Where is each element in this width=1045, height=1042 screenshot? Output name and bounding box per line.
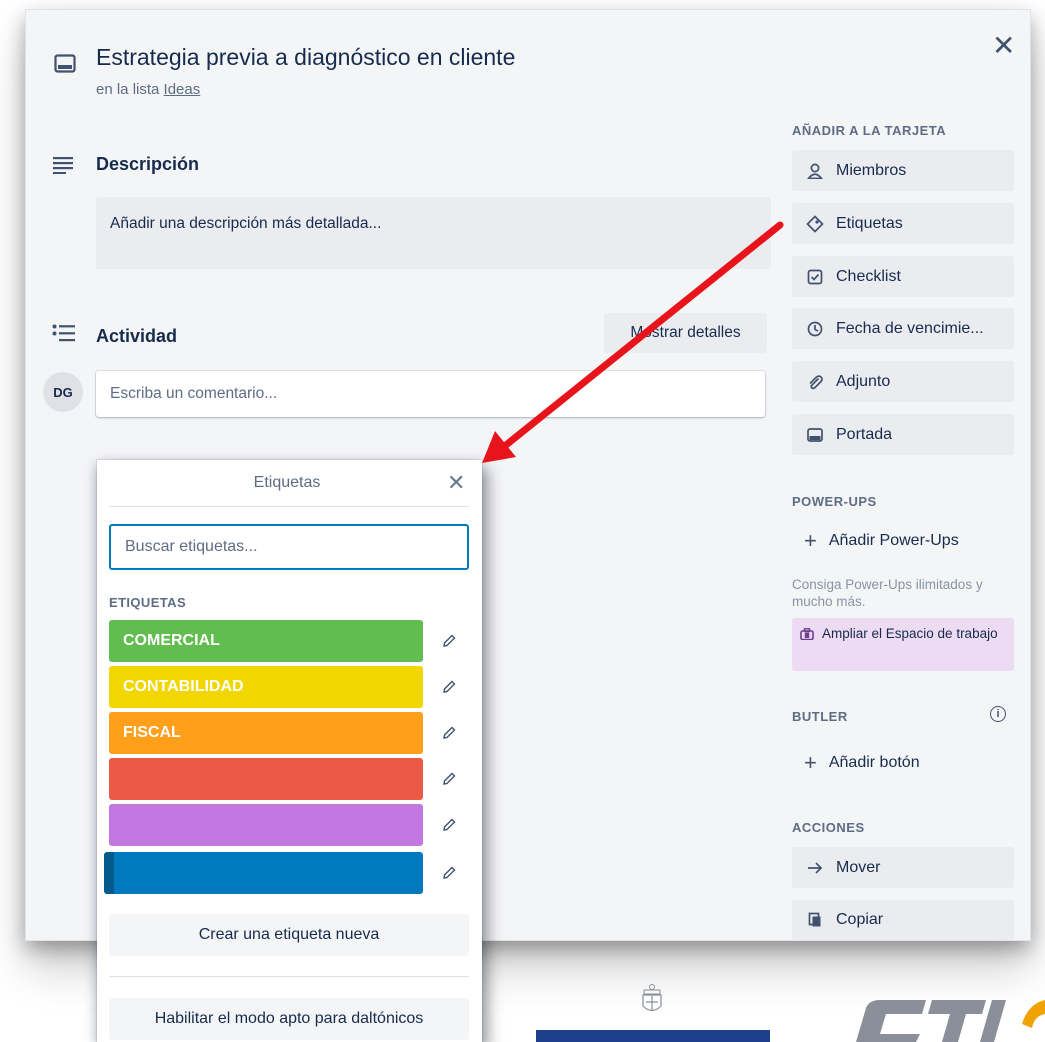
activity-icon [52,324,75,342]
briefcase-icon [800,627,814,644]
checklist-icon [804,269,826,285]
add-powerups-label: Añadir Power-Ups [828,531,959,549]
colorblind-mode-button[interactable]: Habilitar el modo apto para daltónicos [109,998,469,1040]
cover-icon [804,427,826,442]
powerups-promo: Consiga Power-Ups ilimitados y mucho más… [792,577,983,609]
due-date-button[interactable]: Fecha de vencimie... [792,308,1014,349]
upgrade-workspace-button[interactable]: Ampliar el Espacio de trabajo [792,618,1014,671]
attachment-label: Adjunto [836,372,891,390]
card-icon [54,54,76,73]
popover-title: Etiquetas [253,474,321,491]
plus-icon: + [804,527,817,553]
list-reference: en la lista Ideas [96,81,200,98]
partner-logo-bar [536,1030,770,1042]
copy-label: Copiar [836,911,884,928]
tag-icon [804,214,826,233]
popover-close-icon[interactable]: ✕ [447,470,465,496]
close-icon[interactable]: ✕ [992,32,1015,60]
checklist-label: Checklist [836,267,901,285]
copy-icon [804,912,826,928]
pencil-icon[interactable] [437,721,461,745]
powerups-heading: POWER-UPS [792,494,877,509]
pencil-icon[interactable] [437,813,461,837]
info-icon[interactable]: i [990,706,1006,722]
members-label: Miembros [836,161,907,179]
due-date-label: Fecha de vencimie... [836,319,984,337]
pencil-icon[interactable] [437,675,461,699]
members-button[interactable]: Miembros [792,150,1014,191]
labels-popover: Etiquetas ✕ ETIQUETAS COMERCIAL CONTABIL… [97,460,482,1042]
label-blue[interactable] [104,852,423,894]
avatar[interactable]: DG [43,372,83,412]
cover-button[interactable]: Portada [792,414,1014,455]
actions-heading: ACCIONES [792,820,865,835]
pencil-icon[interactable] [437,767,461,791]
pencil-icon[interactable] [437,629,461,653]
labels-label: Etiquetas [836,214,903,232]
stic-logo-icon [856,1000,1045,1042]
description-placeholder: Añadir una descripción más detallada... [110,215,382,232]
pencil-icon[interactable] [437,861,461,885]
crest-icon [642,984,662,1012]
show-details-button[interactable]: Mostrar detalles [604,313,767,353]
card-title[interactable]: Estrategia previa a diagnóstico en clien… [96,44,515,71]
divider [109,976,469,977]
divider [109,506,469,507]
labels-button[interactable]: Etiquetas [792,203,1014,244]
label-comercial[interactable]: COMERCIAL [109,620,423,662]
create-label-button[interactable]: Crear una etiqueta nueva [109,914,469,956]
activity-title: Actividad [96,326,178,346]
add-button-button[interactable]: + Añadir botón [792,742,1014,783]
attachment-button[interactable]: Adjunto [792,361,1014,402]
add-powerups-button[interactable]: + Añadir Power-Ups [792,520,1014,561]
list-prefix: en la lista [96,81,164,98]
label-purple[interactable] [109,804,423,846]
description-title: Descripción [96,154,200,174]
cover-label: Portada [836,425,893,443]
add-button-label: Añadir botón [828,753,920,771]
label-contabilidad[interactable]: CONTABILIDAD [109,666,423,708]
description-box[interactable]: Añadir una descripción más detallada... [96,197,771,269]
move-button[interactable]: Mover [792,847,1014,888]
move-label: Mover [836,858,881,876]
label-search-field[interactable] [123,537,457,557]
comment-placeholder: Escriba un comentario... [110,385,278,402]
upgrade-label: Ampliar el Espacio de trabajo [822,626,998,641]
description-icon [53,157,73,174]
arrow-right-icon [804,861,826,875]
clock-icon [804,321,826,337]
label-search-input[interactable] [109,524,469,570]
labels-section-heading: ETIQUETAS [109,595,187,610]
comment-input[interactable]: Escriba un comentario... [96,371,765,417]
list-link[interactable]: Ideas [164,81,201,98]
butler-heading: BUTLER [792,709,848,724]
checklist-button[interactable]: Checklist [792,256,1014,297]
label-fiscal[interactable]: FISCAL [109,712,423,754]
person-icon [804,163,826,179]
plus-icon: + [804,749,817,775]
add-to-card-heading: AÑADIR A LA TARJETA [792,123,947,138]
paperclip-icon [804,374,826,390]
label-red[interactable] [109,758,423,800]
copy-button[interactable]: Copiar [792,900,1014,940]
